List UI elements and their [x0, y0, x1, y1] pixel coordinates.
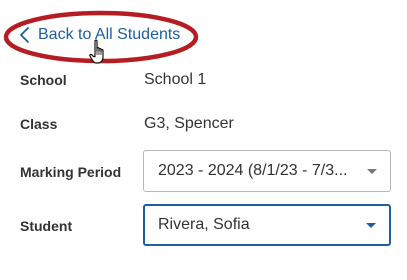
back-link-label: Back to All Students — [38, 26, 181, 43]
student-label: Student — [20, 218, 73, 234]
class-label: Class — [20, 116, 58, 132]
back-to-all-students-link[interactable]: Back to All Students — [18, 24, 180, 46]
marking-period-select[interactable]: 2023 - 2024 (8/1/23 - 7/3... — [143, 150, 391, 192]
class-value: G3, Spencer — [144, 115, 234, 132]
student-details-panel: Back to All Students School School 1 Cla… — [0, 0, 407, 280]
school-value: School 1 — [144, 71, 207, 88]
chevron-left-icon — [20, 27, 29, 43]
marking-period-value: 2023 - 2024 (8/1/23 - 7/3... — [158, 162, 348, 179]
marking-period-label: Marking Period — [20, 164, 122, 180]
student-select[interactable]: Rivera, Sofia — [143, 204, 391, 246]
caret-down-icon — [366, 223, 376, 228]
school-label: School — [20, 72, 67, 88]
caret-down-icon — [367, 169, 377, 174]
student-value: Rivera, Sofia — [158, 216, 250, 233]
